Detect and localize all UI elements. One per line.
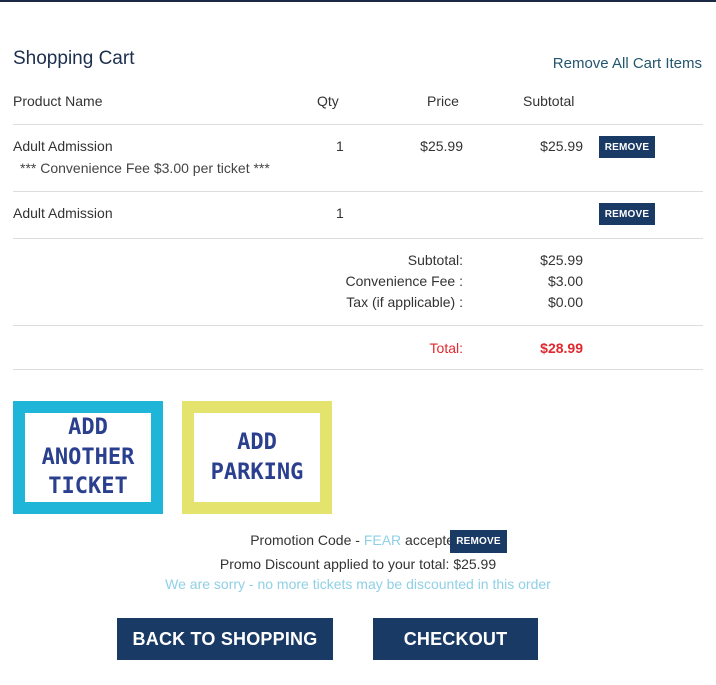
item-qty: 1 [336, 205, 344, 221]
add-parking-button[interactable]: ADD PARKING [182, 401, 332, 514]
promo-discount-text: Promo Discount applied to your total: $2… [219, 556, 497, 572]
divider [13, 325, 703, 326]
column-header-price: Price [427, 93, 459, 109]
add-another-ticket-button[interactable]: ADD ANOTHER TICKET [13, 401, 163, 514]
convenience-fee-note: *** Convenience Fee $3.00 per ticket *** [20, 160, 270, 176]
column-header-subtotal: Subtotal [523, 93, 575, 109]
total-label: Total: [429, 340, 463, 356]
page-title: Shopping Cart [13, 48, 135, 69]
remove-promotion-button[interactable]: REMOVE [450, 530, 507, 553]
summary-subtotal-label: Subtotal: [407, 252, 463, 268]
top-border [0, 0, 716, 2]
promotion-code-line: Promotion Code - FEAR accepted. [0, 532, 716, 548]
remove-item-button[interactable]: REMOVE [599, 203, 655, 225]
checkout-button[interactable]: CHECKOUT [373, 618, 538, 660]
summary-fee-value: $3.00 [547, 273, 583, 289]
column-header-product-name: Product Name [13, 93, 103, 109]
summary-fee-label: Convenience Fee : [345, 273, 463, 289]
summary-subtotal-value: $25.99 [540, 252, 583, 268]
divider [13, 191, 703, 192]
promotion-code: FEAR [363, 532, 402, 548]
item-name: Adult Admission [13, 138, 113, 154]
divider [13, 238, 703, 239]
remove-all-cart-items-link[interactable]: Remove All Cart Items [553, 55, 702, 72]
promotion-code-prefix: Promotion Code - [250, 532, 364, 548]
item-price: $25.99 [420, 138, 463, 154]
back-to-shopping-button[interactable]: BACK TO SHOPPING [117, 618, 333, 660]
divider [13, 124, 703, 125]
total-value: $28.99 [540, 340, 583, 356]
item-name: Adult Admission [13, 205, 113, 221]
discount-limit-notice: We are sorry - no more tickets may be di… [165, 576, 551, 592]
summary-tax-label: Tax (if applicable) : [346, 294, 463, 310]
divider [13, 369, 703, 370]
item-qty: 1 [336, 138, 344, 154]
column-header-qty: Qty [317, 93, 339, 109]
summary-tax-value: $0.00 [547, 294, 583, 310]
remove-item-button[interactable]: REMOVE [599, 136, 655, 158]
item-subtotal: $25.99 [540, 138, 583, 154]
